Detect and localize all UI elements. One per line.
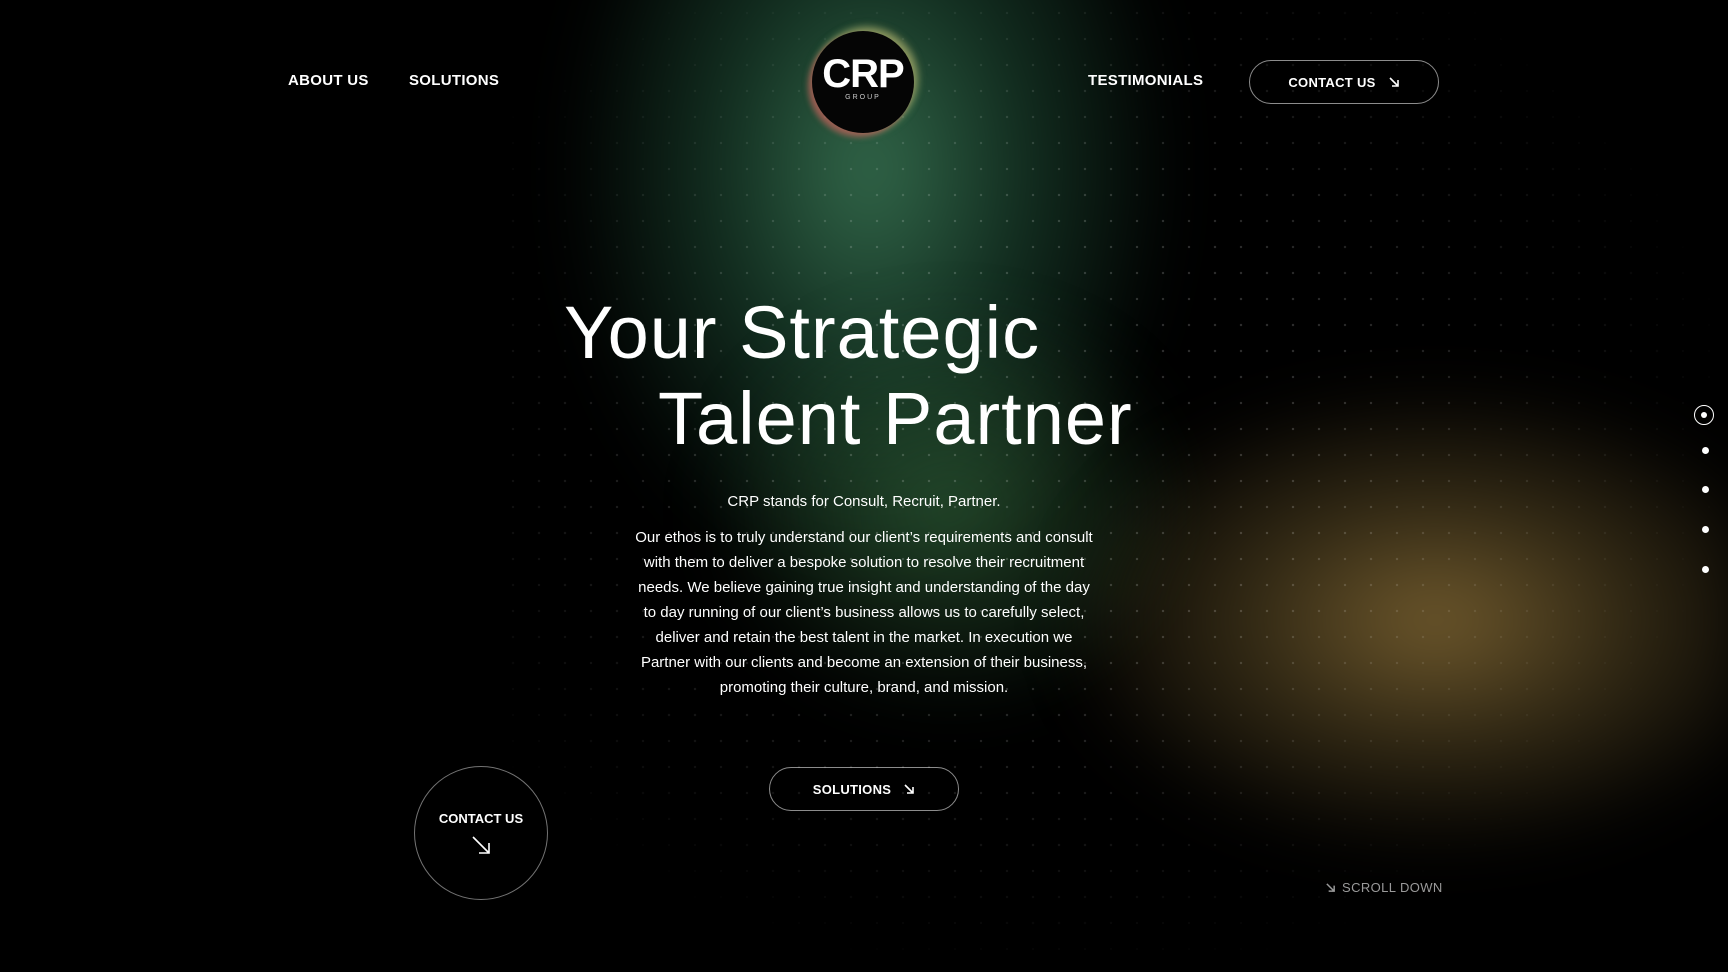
hero-title-line1: Your Strategic: [564, 291, 1041, 374]
hero-solutions-button[interactable]: SOLUTIONS: [769, 767, 959, 811]
dot-grid-pattern: [500, 0, 1728, 972]
hero-title-line2: Talent Partner: [658, 377, 1133, 460]
header-contact-label: CONTACT US: [1288, 74, 1376, 90]
pager-dot-active[interactable]: [1694, 405, 1714, 425]
nav-about-us[interactable]: ABOUT US: [288, 72, 369, 89]
floating-contact-button[interactable]: CONTACT US: [414, 766, 548, 900]
arrow-down-right-icon: [1389, 77, 1399, 87]
floating-contact-label: CONTACT US: [438, 810, 524, 826]
pager-dot[interactable]: [1702, 486, 1709, 493]
logo-text: CRP: [822, 52, 904, 96]
arrow-down-right-icon: [1326, 883, 1335, 892]
header-contact-button[interactable]: CONTACT US: [1249, 60, 1439, 104]
nav-solutions[interactable]: SOLUTIONS: [409, 72, 499, 89]
pager-dot[interactable]: [1702, 566, 1709, 573]
pager-dot[interactable]: [1702, 526, 1709, 533]
scroll-down-link[interactable]: SCROLL DOWN: [1325, 880, 1443, 895]
hero-description: Our ethos is to truly understand our cli…: [635, 529, 1093, 696]
scroll-down-label: SCROLL DOWN: [1342, 880, 1443, 895]
arrow-down-right-icon: [472, 835, 490, 854]
solutions-button-label: SOLUTIONS: [812, 781, 892, 797]
nav-testimonials[interactable]: TESTIMONIALS: [1088, 72, 1203, 89]
arrow-down-right-icon: [904, 784, 915, 794]
hero-tagline: CRP stands for Consult, Recruit, Partner…: [727, 493, 1001, 510]
hero-section: ABOUT US SOLUTIONS CRP GROUP TESTIMONIAL…: [0, 0, 1728, 972]
pager-dot[interactable]: [1702, 447, 1709, 454]
crp-logo[interactable]: CRP GROUP: [812, 31, 914, 133]
